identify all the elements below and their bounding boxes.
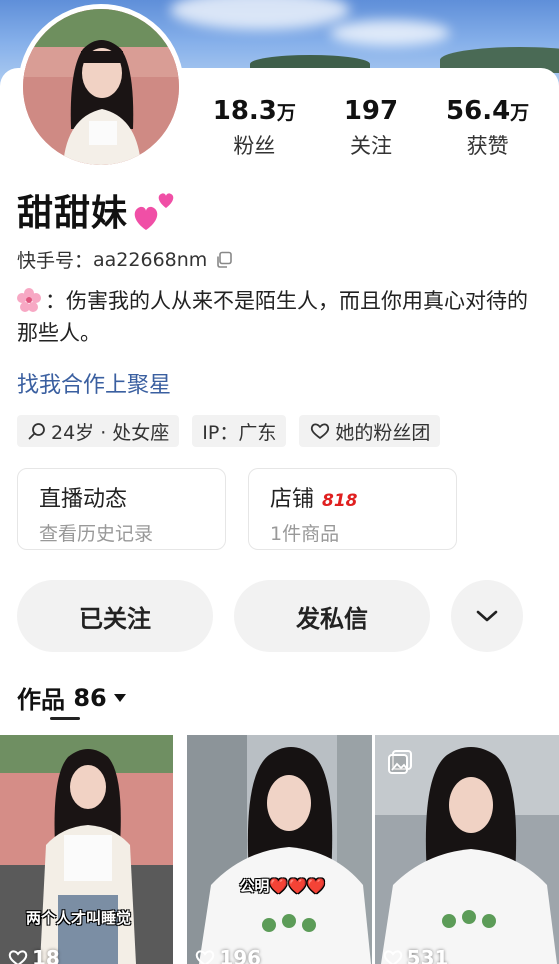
video-likes: 18 bbox=[8, 946, 60, 964]
live-history-title: 直播动态 bbox=[39, 487, 128, 512]
stat-fans[interactable]: 18.3万 粉丝 bbox=[196, 96, 313, 160]
video-thumbnail[interactable]: 两个人才叫睡觉 18 bbox=[0, 735, 184, 964]
stat-likes-label: 获赞 bbox=[466, 134, 509, 158]
image-icon bbox=[387, 750, 412, 774]
search-pin-icon bbox=[28, 423, 45, 440]
stat-following[interactable]: 197 关注 bbox=[313, 96, 430, 160]
live-history-subtitle: 查看历史记录 bbox=[39, 523, 154, 545]
tag-fan-club-text: 她的粉丝团 bbox=[335, 421, 431, 444]
followed-button[interactable]: 已关注 bbox=[17, 580, 213, 652]
stat-following-label: 关注 bbox=[349, 134, 392, 158]
live-history-box[interactable]: 直播动态 查看历史记录 bbox=[17, 468, 226, 550]
stat-likes-number: 56.4 bbox=[446, 96, 511, 126]
avatar-photo bbox=[23, 9, 179, 165]
profile-stats: 18.3万 粉丝 197 关注 56.4万 获赞 bbox=[196, 96, 546, 160]
video-likes-count: 531 bbox=[406, 946, 449, 964]
video-likes-count: 196 bbox=[219, 946, 262, 964]
tag-age-sign: 24岁 · 处女座 bbox=[17, 415, 180, 447]
caret-down-icon bbox=[113, 693, 126, 702]
stat-following-number: 197 bbox=[343, 96, 399, 126]
tag-fan-club[interactable]: 她的粉丝团 bbox=[299, 415, 441, 447]
stat-fans-label: 粉丝 bbox=[233, 134, 276, 158]
video-grid: 两个人才叫睡觉 18 公明❤️❤️❤️ 196 531 bbox=[0, 735, 559, 964]
video-caption: 两个人才叫睡觉 bbox=[26, 909, 132, 927]
action-buttons: 已关注 发私信 bbox=[17, 580, 523, 652]
bio-text: ：伤害我的人从来不是陌生人，而且你用真心对待的那些人。 bbox=[17, 289, 528, 345]
shop-box[interactable]: 店铺 818 1件商品 bbox=[248, 468, 457, 550]
stat-fans-number: 18.3 bbox=[212, 96, 277, 126]
shop-subtitle: 1件商品 bbox=[270, 523, 340, 545]
stat-likes-unit: 万 bbox=[510, 102, 530, 124]
tab-works[interactable]: 作品 86 bbox=[17, 680, 127, 715]
profile-bio: ：伤害我的人从来不是陌生人，而且你用真心对待的那些人。 bbox=[17, 285, 542, 349]
kuaishou-id-label: 快手号： bbox=[17, 250, 94, 272]
heart-icon bbox=[8, 950, 28, 964]
works-count: 86 bbox=[73, 683, 107, 712]
pink-hearts-icon bbox=[134, 193, 174, 230]
video-likes-count: 18 bbox=[32, 946, 60, 964]
video-thumbnail-image bbox=[0, 735, 173, 964]
stat-fans-unit: 万 bbox=[276, 102, 296, 124]
video-thumbnail[interactable]: 公明❤️❤️❤️ 196 bbox=[187, 735, 372, 964]
video-thumbnail[interactable]: 531 bbox=[374, 735, 559, 964]
profile-tags: 24岁 · 处女座 IP：广东 她的粉丝团 bbox=[17, 415, 441, 447]
heart-icon bbox=[383, 950, 402, 964]
shop-sale-badge: 818 bbox=[322, 491, 358, 511]
copy-icon[interactable] bbox=[215, 251, 233, 269]
tag-ip: IP：广东 bbox=[192, 415, 287, 447]
heart-icon bbox=[196, 950, 215, 964]
stat-likes[interactable]: 56.4万 获赞 bbox=[429, 96, 546, 160]
tag-ip-text: IP：广东 bbox=[202, 421, 277, 444]
more-options-button[interactable] bbox=[451, 580, 523, 652]
video-thumbnail-image bbox=[187, 735, 372, 964]
info-boxes: 直播动态 查看历史记录 店铺 818 1件商品 bbox=[17, 468, 457, 550]
kuaishou-id-row: 快手号： aa22668nm bbox=[17, 246, 233, 273]
works-tab-underline bbox=[50, 717, 80, 720]
shop-title: 店铺 bbox=[270, 487, 315, 512]
video-likes: 196 bbox=[195, 946, 261, 964]
kuaishou-id-value: aa22668nm bbox=[93, 248, 208, 271]
avatar[interactable] bbox=[18, 4, 184, 170]
cherry-blossom-icon bbox=[17, 288, 41, 312]
profile-name-row: 甜甜妹 bbox=[17, 184, 180, 236]
works-label: 作品 bbox=[17, 686, 65, 714]
profile-name: 甜甜妹 bbox=[17, 193, 129, 234]
send-message-button[interactable]: 发私信 bbox=[234, 580, 430, 652]
chevron-down-icon bbox=[476, 610, 498, 622]
collab-link[interactable]: 找我合作上聚星 bbox=[17, 367, 171, 399]
video-likes: 531 bbox=[383, 946, 449, 964]
heart-outline-icon bbox=[311, 423, 330, 439]
video-caption: 公明❤️❤️❤️ bbox=[239, 877, 326, 895]
tag-age-sign-text: 24岁 · 处女座 bbox=[51, 421, 170, 444]
